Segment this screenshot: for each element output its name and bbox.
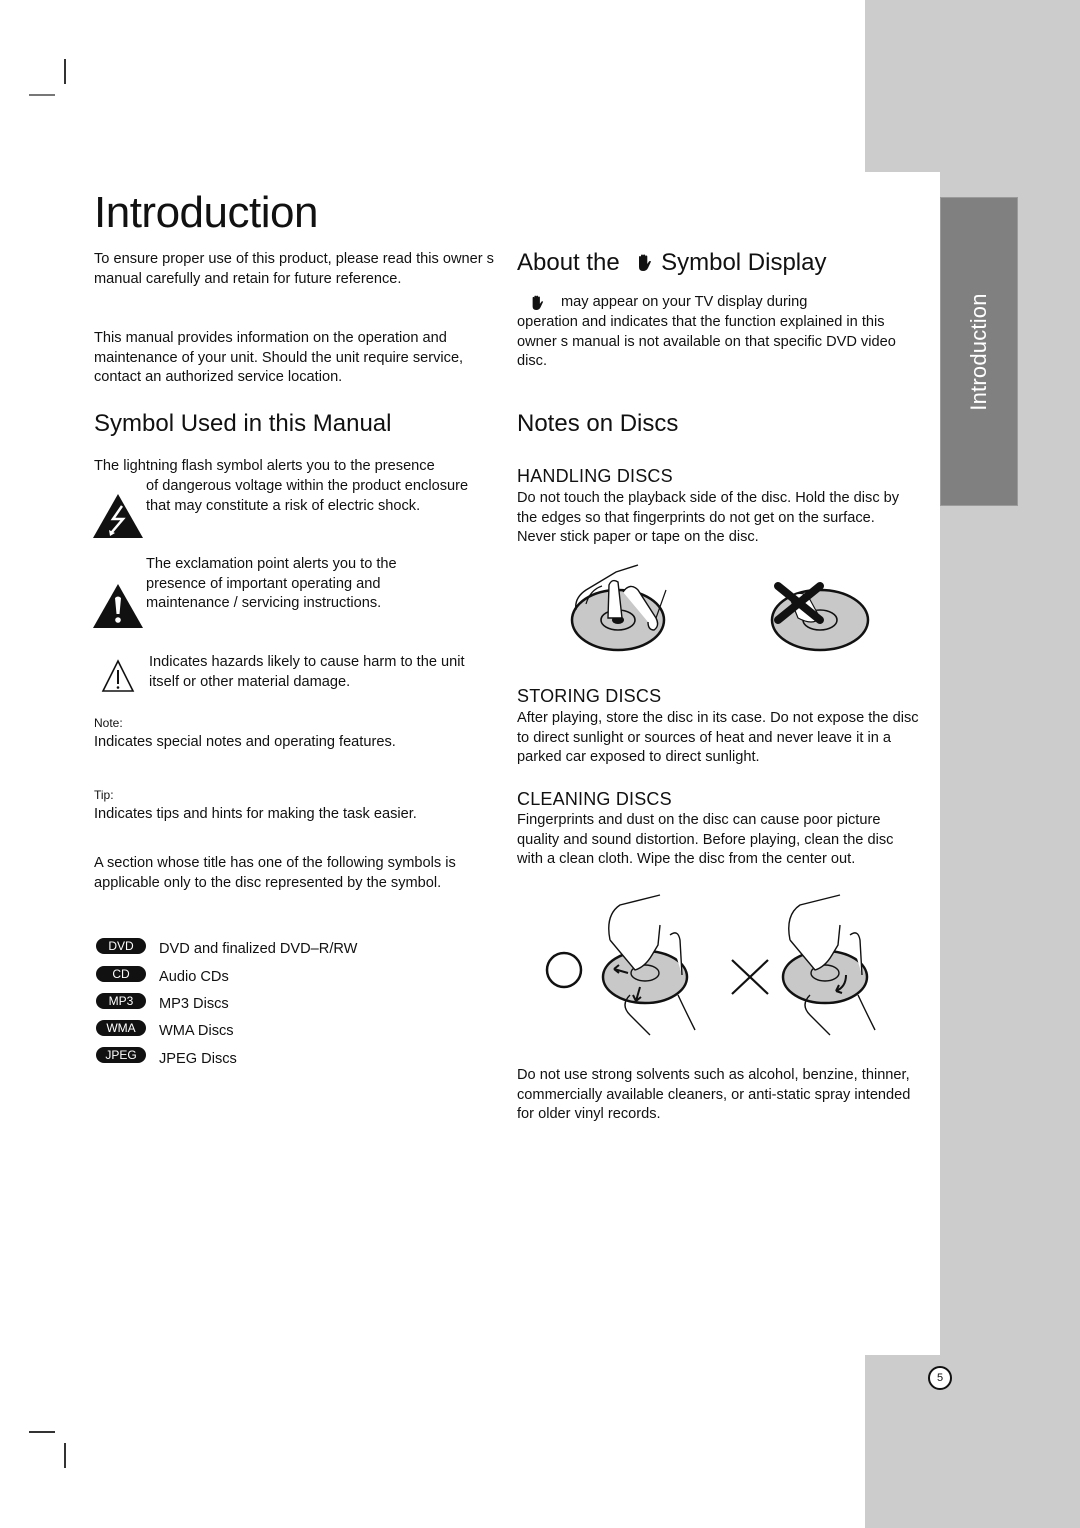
lightning-warning-icon	[93, 494, 143, 538]
dvd-badge: DVD	[96, 938, 146, 954]
tip-text: Indicates tips and hints for making the …	[94, 806, 417, 822]
wrong-cross-icon	[731, 959, 769, 995]
lightning-text: of dangerous voltage within the product …	[146, 478, 469, 514]
note-label: Note:	[94, 716, 123, 730]
disc-type-label: DVD and finalized DVD–R/RW	[159, 941, 358, 957]
disc-symbol-intro: A section whose title has one of the fol…	[94, 855, 456, 891]
note-text: Indicates special notes and operating fe…	[94, 734, 396, 750]
cd-badge: CD	[96, 966, 146, 982]
intro-paragraph-1: To ensure proper use of this product, pl…	[94, 251, 494, 287]
disc-held-correctly-illustration	[570, 564, 667, 652]
crop-mark	[64, 1443, 66, 1468]
crop-mark	[29, 94, 55, 96]
handling-discs-text: Do not touch the playback side of the di…	[517, 490, 900, 546]
about-symbol-heading-end: Symbol Display	[661, 249, 827, 276]
mp3-badge: MP3	[96, 993, 146, 1009]
disc-type-label: MP3 Discs	[159, 996, 229, 1012]
lightning-text-line1: The lightning flash symbol alerts you to…	[94, 458, 435, 474]
caution-text: Indicates hazards likely to cause harm t…	[149, 654, 465, 690]
wipe-center-out-illustration	[601, 894, 696, 1036]
crop-mark	[64, 59, 66, 84]
disc-held-incorrectly-illustration	[770, 582, 870, 652]
wma-badge: WMA	[96, 1020, 146, 1036]
notes-on-discs-heading: Notes on Discs	[517, 410, 679, 437]
disc-type-label: WMA Discs	[159, 1023, 234, 1039]
intro-paragraph-2: This manual provides information on the …	[94, 330, 464, 386]
exclamation-warning-icon	[93, 584, 143, 628]
about-symbol-heading-start: About the	[517, 249, 620, 276]
about-symbol-heading: About the Symbol Display	[517, 249, 826, 277]
symbols-heading: Symbol Used in this Manual	[94, 410, 392, 437]
page-number: 5	[928, 1366, 952, 1390]
section-tab-label: Introduction	[966, 292, 991, 411]
caution-outline-icon	[101, 659, 135, 692]
crop-mark	[29, 1431, 55, 1433]
disc-type-label: Audio CDs	[159, 969, 229, 985]
cleaning-discs-heading: CLEANING DISCS	[517, 789, 672, 809]
disc-type-label: JPEG Discs	[159, 1051, 237, 1067]
about-symbol-text: operation and indicates that the functio…	[517, 314, 896, 370]
section-tab[interactable]: Introduction	[940, 197, 1018, 506]
about-symbol-line1: may appear on your TV display during	[561, 294, 808, 310]
hand-prohibited-icon	[639, 254, 652, 271]
solvents-warning-text: Do not use strong solvents such as alcoh…	[517, 1067, 911, 1123]
exclamation-text: The exclamation point alerts you to the …	[146, 556, 397, 612]
cleaning-discs-text: Fingerprints and dust on the disc can ca…	[517, 812, 894, 868]
storing-discs-text: After playing, store the disc in its cas…	[517, 710, 919, 766]
storing-discs-heading: STORING DISCS	[517, 686, 662, 706]
jpeg-badge: JPEG	[96, 1047, 146, 1063]
hand-prohibited-icon	[532, 295, 544, 310]
handling-discs-heading: HANDLING DISCS	[517, 466, 673, 486]
page-title: Introduction	[94, 188, 318, 237]
correct-circle-icon	[545, 951, 583, 989]
wipe-circular-illustration	[781, 894, 876, 1036]
tip-label: Tip:	[94, 788, 114, 802]
